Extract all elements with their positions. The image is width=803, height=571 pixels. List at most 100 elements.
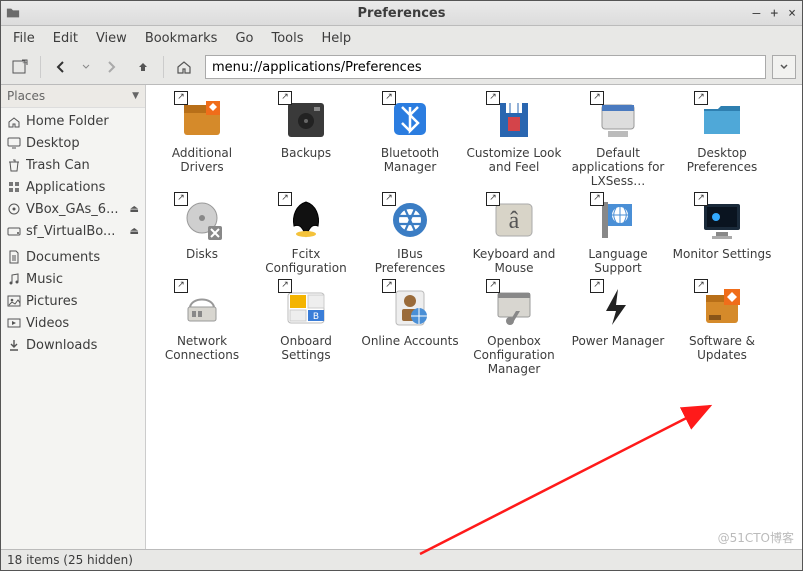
status-text: 18 items (25 hidden): [7, 553, 133, 567]
shortcut-badge: ↗: [382, 279, 396, 293]
sidebar-item-label: Music: [26, 272, 139, 287]
shortcut-badge: ↗: [694, 91, 708, 105]
app-label: Customize Look and Feel: [464, 146, 564, 174]
app-bluetooth[interactable]: ↗Bluetooth Manager: [360, 95, 460, 188]
sidebar-item-label: Home Folder: [26, 114, 139, 129]
svg-text:â: â: [509, 208, 520, 234]
app-label: Network Connections: [152, 334, 252, 362]
app-label: Additional Drivers: [152, 146, 252, 174]
go-button[interactable]: [772, 55, 796, 79]
window-title: Preferences: [1, 6, 802, 21]
sidebar-item-trash[interactable]: Trash Can: [1, 154, 145, 176]
app-online[interactable]: ↗Online Accounts: [360, 283, 460, 376]
home-button[interactable]: [171, 54, 197, 80]
menu-bookmarks[interactable]: Bookmarks: [137, 29, 226, 48]
app-label: Monitor Settings: [673, 247, 772, 261]
menu-file[interactable]: File: [5, 29, 43, 48]
app-look-feel[interactable]: ↗Customize Look and Feel: [464, 95, 564, 188]
pictures-icon: [7, 294, 21, 308]
app-onboard[interactable]: ↗BOnboard Settings: [256, 283, 356, 376]
sidebar-item-desktop[interactable]: Desktop: [1, 132, 145, 154]
forward-button[interactable]: [98, 54, 124, 80]
sidebar-item-drive[interactable]: sf_VirtualBo...⏏: [1, 220, 145, 242]
shortcut-badge: ↗: [278, 91, 292, 105]
watermark: @51CTO博客: [718, 529, 794, 546]
app-label: Online Accounts: [361, 334, 458, 348]
disc-icon: [7, 202, 21, 216]
sidebar-item-label: VBox_GAs_6...: [26, 202, 125, 217]
app-desktop-prefs[interactable]: ↗Desktop Preferences: [672, 95, 772, 188]
app-power[interactable]: ↗Power Manager: [568, 283, 668, 376]
shortcut-badge: ↗: [694, 192, 708, 206]
shortcut-badge: ↗: [174, 279, 188, 293]
shortcut-badge: ↗: [486, 279, 500, 293]
music-icon: [7, 272, 21, 286]
desktop-icon: [7, 136, 21, 150]
sidebar-item-disc[interactable]: VBox_GAs_6... ⏏: [1, 198, 145, 220]
app-software[interactable]: ↗Software & Updates: [672, 283, 772, 376]
eject-icon[interactable]: ⏏: [130, 226, 139, 237]
sidebar-item-label: Downloads: [26, 338, 139, 353]
app-keyboard[interactable]: ↗âKeyboard and Mouse: [464, 196, 564, 275]
app-ibus[interactable]: ↗IBus Preferences: [360, 196, 460, 275]
shortcut-badge: ↗: [590, 279, 604, 293]
sidebar-item-label: Applications: [26, 180, 139, 195]
address-bar[interactable]: [205, 55, 766, 79]
up-button[interactable]: [130, 54, 156, 80]
app-monitor[interactable]: ↗Monitor Settings: [672, 196, 772, 275]
sidebar-header[interactable]: Places ▼: [1, 85, 145, 108]
sidebar-item-music[interactable]: Music: [1, 268, 145, 290]
shortcut-badge: ↗: [486, 91, 500, 105]
content-area[interactable]: ↗Additional Drivers↗Backups↗Bluetooth Ma…: [146, 85, 802, 549]
sidebar-item-label: Videos: [26, 316, 139, 331]
sidebar-item-apps[interactable]: Applications: [1, 176, 145, 198]
toolbar: +: [1, 50, 802, 85]
sidebar-item-pictures[interactable]: Pictures: [1, 290, 145, 312]
sidebar-item-label: Pictures: [26, 294, 139, 309]
app-fcitx[interactable]: ↗Fcitx Configuration: [256, 196, 356, 275]
sidebar-item-docs[interactable]: Documents: [1, 246, 145, 268]
docs-icon: [7, 250, 21, 264]
sidebar-item-label: Documents: [26, 250, 139, 265]
app-default-apps[interactable]: ↗Default applications for LXSess…: [568, 95, 668, 188]
menu-edit[interactable]: Edit: [45, 29, 86, 48]
statusbar: 18 items (25 hidden): [1, 549, 802, 570]
chevron-down-icon: ▼: [132, 91, 139, 101]
sidebar-item-downloads[interactable]: Downloads: [1, 334, 145, 356]
shortcut-badge: ↗: [486, 192, 500, 206]
address-input[interactable]: [210, 59, 761, 76]
close-button[interactable]: ×: [788, 6, 796, 21]
shortcut-badge: ↗: [382, 192, 396, 206]
svg-text:B: B: [313, 312, 319, 322]
back-history-button[interactable]: [80, 54, 92, 80]
menubar: File Edit View Bookmarks Go Tools Help: [1, 26, 802, 50]
eject-icon[interactable]: ⏏: [130, 204, 139, 215]
menu-tools[interactable]: Tools: [263, 29, 311, 48]
app-label: Power Manager: [572, 334, 665, 348]
drive-icon: [7, 224, 21, 238]
downloads-icon: [7, 338, 21, 352]
app-network[interactable]: ↗Network Connections: [152, 283, 252, 376]
minimize-button[interactable]: –: [753, 6, 761, 21]
shortcut-badge: ↗: [590, 91, 604, 105]
sidebar-item-videos[interactable]: Videos: [1, 312, 145, 334]
sidebar-item-home[interactable]: Home Folder: [1, 110, 145, 132]
sidebar-item-label: Desktop: [26, 136, 139, 151]
shortcut-badge: ↗: [278, 279, 292, 293]
app-disks[interactable]: ↗Disks: [152, 196, 252, 275]
maximize-button[interactable]: +: [770, 6, 778, 21]
app-label: Bluetooth Manager: [360, 146, 460, 174]
app-openbox[interactable]: ↗Openbox Configuration Manager: [464, 283, 564, 376]
menu-go[interactable]: Go: [227, 29, 261, 48]
home-icon: [7, 114, 21, 128]
app-label: Software & Updates: [672, 334, 772, 362]
app-label: Language Support: [568, 247, 668, 275]
new-tab-button[interactable]: +: [7, 54, 33, 80]
app-backups[interactable]: ↗Backups: [256, 95, 356, 188]
back-button[interactable]: [48, 54, 74, 80]
app-additional-drivers[interactable]: ↗Additional Drivers: [152, 95, 252, 188]
menu-view[interactable]: View: [88, 29, 135, 48]
shortcut-badge: ↗: [174, 91, 188, 105]
app-language[interactable]: ↗Language Support: [568, 196, 668, 275]
menu-help[interactable]: Help: [314, 29, 360, 48]
